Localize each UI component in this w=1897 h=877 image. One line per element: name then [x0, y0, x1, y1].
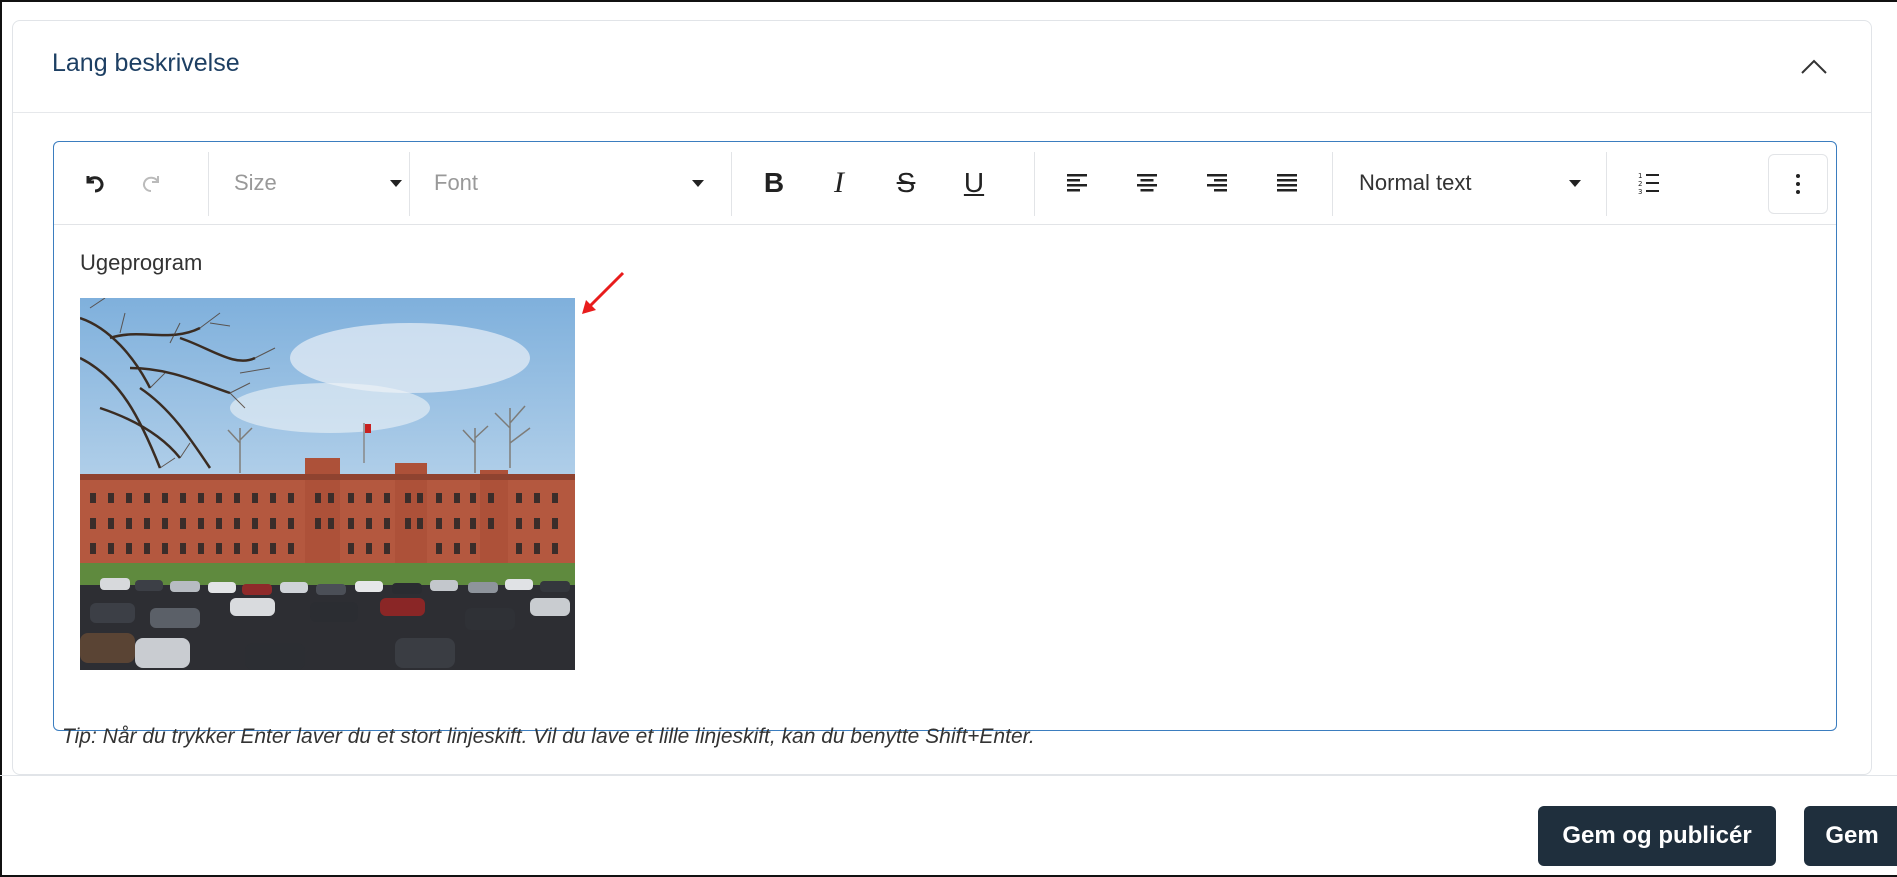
embedded-photo[interactable]: [80, 298, 575, 670]
collapse-button[interactable]: [1797, 49, 1831, 83]
ordered-list-icon: 1 2 3: [1638, 172, 1659, 196]
panel-title: Lang beskrivelse: [52, 49, 240, 77]
editor-tip-text: Tip: Når du trykker Enter laver du et st…: [62, 725, 1035, 748]
align-right-icon: [1207, 174, 1227, 192]
undo-button[interactable]: [76, 162, 112, 204]
more-options-button[interactable]: [1768, 154, 1828, 214]
editor-paragraph[interactable]: Ugeprogram: [80, 250, 202, 276]
rich-text-editor: Size Font B I S U Normal text 1 2 3 Ugep…: [53, 141, 1837, 731]
redo-icon: [142, 176, 159, 192]
editor-toolbar: Size Font B I S U Normal text 1 2 3: [54, 142, 1836, 225]
save-and-publish-button[interactable]: Gem og publicér: [1538, 806, 1776, 866]
ordered-list-button[interactable]: 1 2 3: [1629, 162, 1669, 204]
more-vertical-icon: [1796, 174, 1800, 194]
align-justify-icon: [1277, 174, 1297, 192]
toolbar-separator: [1332, 152, 1333, 216]
svg-text:2: 2: [1638, 180, 1642, 188]
size-dropdown[interactable]: Size: [234, 162, 402, 204]
chevron-up-icon: [1801, 59, 1827, 74]
font-dropdown[interactable]: Font: [434, 162, 704, 204]
block-type-dropdown[interactable]: Normal text: [1359, 162, 1581, 204]
panel-header[interactable]: Lang beskrivelse: [13, 21, 1871, 113]
toolbar-separator: [1034, 152, 1035, 216]
long-description-panel: Lang beskrivelse Size Font B I S U Norma…: [12, 20, 1872, 775]
caret-down-icon: [1569, 179, 1581, 187]
save-button[interactable]: Gem: [1804, 806, 1897, 866]
caret-down-icon: [692, 179, 704, 187]
size-dropdown-label: Size: [234, 170, 277, 195]
toolbar-separator: [409, 152, 410, 216]
align-center-button[interactable]: [1127, 162, 1167, 204]
svg-text:1: 1: [1638, 172, 1642, 180]
strikethrough-button[interactable]: S: [886, 162, 926, 204]
undo-icon: [86, 176, 104, 193]
toolbar-separator: [731, 152, 732, 216]
editor-content-area[interactable]: Ugeprogram: [54, 226, 1836, 731]
font-dropdown-label: Font: [434, 170, 479, 195]
block-type-label: Normal text: [1359, 170, 1472, 195]
align-left-button[interactable]: [1057, 162, 1097, 204]
building-photo-illustration: [80, 298, 575, 670]
align-left-icon: [1067, 174, 1087, 192]
toolbar-separator: [208, 152, 209, 216]
footer-divider: [0, 775, 1897, 776]
align-right-button[interactable]: [1197, 162, 1237, 204]
underline-button[interactable]: U: [954, 162, 994, 204]
align-center-icon: [1137, 174, 1157, 192]
redo-button[interactable]: [134, 162, 170, 204]
svg-text:3: 3: [1638, 188, 1642, 196]
annotation-arrow-icon: [582, 271, 625, 314]
toolbar-separator: [1606, 152, 1607, 216]
italic-button[interactable]: I: [819, 162, 859, 204]
caret-down-icon: [390, 179, 402, 187]
bold-button[interactable]: B: [754, 162, 794, 204]
align-justify-button[interactable]: [1267, 162, 1307, 204]
